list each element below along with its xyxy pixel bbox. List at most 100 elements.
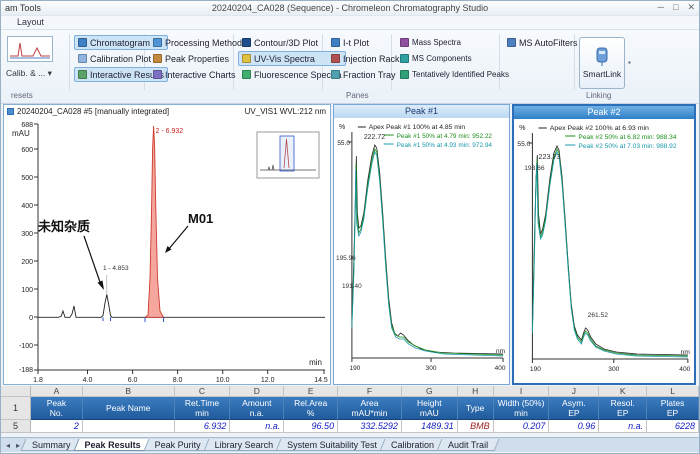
wavelength-label-left: 193.66 bbox=[524, 165, 545, 172]
peak2-retention-label: 2 - 6.932 bbox=[156, 128, 184, 135]
mass-spectra-icon bbox=[400, 38, 409, 47]
svg-text:0: 0 bbox=[29, 315, 33, 322]
svg-text:500: 500 bbox=[21, 175, 33, 182]
preset-chromatogram-icon[interactable] bbox=[7, 36, 53, 62]
ribbon-button-label: Interactive Charts bbox=[165, 70, 236, 80]
cell-asym[interactable]: 0.96 bbox=[549, 420, 599, 433]
tab-scroll-left-icon[interactable]: ◂ bbox=[3, 441, 13, 450]
ribbon-button-tentatively-identified-peaks[interactable]: Tentatively Identified Peaks bbox=[396, 67, 513, 82]
svg-text:400: 400 bbox=[679, 366, 690, 373]
svg-text:-100: -100 bbox=[19, 343, 33, 350]
uv-vis-spectra-icon bbox=[242, 54, 251, 63]
y-axis-unit: % bbox=[519, 125, 526, 132]
wavelength-label-left2: 191.40 bbox=[342, 283, 362, 290]
ribbon-button-label: I-t Plot bbox=[343, 38, 369, 48]
ribbon-button-it-plot[interactable]: I-t Plot bbox=[327, 35, 404, 50]
channel-label: UV_VIS1 WVL:212 nm bbox=[245, 107, 326, 116]
peak2-tab[interactable]: Peak #2 bbox=[514, 106, 694, 119]
tab-calibration[interactable]: Calibration bbox=[382, 439, 443, 451]
peak2-panel: Peak #2 % Apex Peak #2 100% at 6.93 min … bbox=[512, 104, 696, 385]
smartlink-icon bbox=[594, 47, 610, 67]
y-axis-unit: % bbox=[339, 124, 345, 131]
ribbon-button-peak-properties[interactable]: Peak Properties bbox=[149, 51, 246, 66]
calibration-preset-label: Calib. & ... bbox=[6, 68, 45, 78]
col-letter: D bbox=[230, 386, 284, 397]
ribbon-button-label: Tentatively Identified Peaks bbox=[412, 70, 509, 79]
ribbon-tab-tail[interactable]: am Tools bbox=[5, 3, 41, 13]
ribbon-button-label: Peak Properties bbox=[165, 54, 229, 64]
apex-legend: Apex Peak #2 100% at 6.93 min bbox=[550, 125, 649, 132]
injection-icon[interactable] bbox=[7, 108, 14, 115]
peak-properties-icon bbox=[153, 54, 162, 63]
ribbon-button-ms-components[interactable]: MS Components bbox=[396, 51, 513, 66]
cell-area[interactable]: 332.5292 bbox=[338, 420, 402, 433]
smartlink-more-icon[interactable]: ▪ bbox=[628, 58, 631, 67]
injection-title: 20240204_CA028 #5 [manually integrated] bbox=[17, 107, 169, 116]
cell-rel-area[interactable]: 96.50 bbox=[284, 420, 338, 433]
peak1-retention-label: 1 - 4.853 bbox=[103, 265, 129, 272]
x-axis-unit: min bbox=[309, 358, 322, 367]
ribbon-button-label: Chromatogram bbox=[90, 38, 150, 48]
window-title: 20240204_CA028 (Sequence) - Chromeleon C… bbox=[121, 3, 579, 13]
svg-text:190: 190 bbox=[530, 366, 541, 373]
svg-text:200: 200 bbox=[21, 259, 33, 266]
smartlink-button[interactable]: SmartLink bbox=[579, 37, 625, 89]
ms-autofilters-icon bbox=[507, 38, 516, 47]
ribbon-button-interactive-charts[interactable]: Interactive Charts bbox=[149, 67, 246, 82]
ribbon-button-label: MS Components bbox=[412, 54, 472, 63]
calibration-preset-dropdown[interactable]: Calib. & ... ▾ bbox=[6, 68, 52, 79]
peak1-tab[interactable]: Peak #1 bbox=[334, 105, 509, 118]
tab-peak-purity[interactable]: Peak Purity bbox=[146, 439, 210, 451]
overview-inset bbox=[257, 132, 319, 178]
svg-text:300: 300 bbox=[608, 366, 619, 373]
chromeleon-window: am Tools 20240204_CA028 (Sequence) - Chr… bbox=[0, 0, 700, 454]
svg-text:100: 100 bbox=[21, 287, 33, 294]
maximize-icon[interactable]: □ bbox=[673, 2, 678, 13]
ribbon-button-ms-autofilters[interactable]: MS AutoFilters bbox=[503, 35, 582, 50]
cell-width[interactable]: 0.207 bbox=[494, 420, 550, 433]
ribbon-button-fraction-tray[interactable]: Fraction Tray bbox=[327, 67, 404, 82]
ribbon-button-injection-rack[interactable]: Injection Rack bbox=[327, 51, 404, 66]
col-letter: E bbox=[284, 386, 338, 397]
tab-summary[interactable]: Summary bbox=[23, 439, 80, 451]
cell-ret-time[interactable]: 6.932 bbox=[175, 420, 231, 433]
cell-peak-name[interactable] bbox=[83, 420, 175, 433]
inset-zoom-rectangle bbox=[280, 136, 294, 171]
peak2-plot: % Apex Peak #2 100% at 6.93 min Peak #2 … bbox=[514, 119, 694, 383]
tab-audit-trail[interactable]: Audit Trail bbox=[439, 439, 497, 451]
column-letters-row: A B C D E F G H I J K L bbox=[1, 386, 699, 397]
tab-system-suitability-test[interactable]: System Suitability Test bbox=[278, 439, 386, 451]
tab-layout[interactable]: Layout bbox=[9, 17, 52, 27]
svg-text:400: 400 bbox=[495, 365, 506, 372]
cell-amount[interactable]: n.a. bbox=[230, 420, 284, 433]
cell-resol[interactable]: n.a. bbox=[599, 420, 647, 433]
tab-library-search[interactable]: Library Search bbox=[206, 439, 283, 451]
close-icon[interactable]: ✕ bbox=[687, 2, 695, 13]
cell-type[interactable]: BMB bbox=[458, 420, 494, 433]
cell-height[interactable]: 1489.31 bbox=[402, 420, 458, 433]
svg-text:688: 688 bbox=[21, 122, 33, 129]
cell-peak-no[interactable]: 2 bbox=[31, 420, 83, 433]
ribbon-button-label: MS AutoFilters bbox=[519, 38, 578, 48]
col-letter: J bbox=[549, 386, 599, 397]
svg-text:12.0: 12.0 bbox=[261, 377, 275, 384]
ribbon-button-label: Processing Method bbox=[165, 38, 242, 48]
svg-text:600: 600 bbox=[21, 147, 33, 154]
injection-rack-icon bbox=[331, 54, 340, 63]
cell-plates[interactable]: 6228 bbox=[647, 420, 699, 433]
ribbon-button-processing-method[interactable]: Processing Method bbox=[149, 35, 246, 50]
y-top-tick: 55.0 bbox=[517, 141, 530, 148]
col-letter: K bbox=[599, 386, 647, 397]
fluorescence-spectra-icon bbox=[242, 70, 251, 79]
tab-peak-results[interactable]: Peak Results bbox=[76, 439, 150, 451]
main-peak-annotation: M01 bbox=[188, 211, 213, 226]
it-plot-icon bbox=[331, 38, 340, 47]
processing-method-icon bbox=[153, 38, 162, 47]
chromatogram-plot: 688 600 500 400 300 200 100 0 -100 -188 … bbox=[4, 118, 330, 384]
minimize-icon[interactable]: ─ bbox=[658, 2, 664, 13]
wavelength-label-bump: 261.52 bbox=[588, 312, 609, 319]
peak1-panel: Peak #1 % Apex Peak #1 100% at 4.85 min … bbox=[333, 104, 510, 385]
presets-group-label: resets bbox=[11, 91, 33, 100]
ribbon-button-mass-spectra[interactable]: Mass Spectra bbox=[396, 35, 513, 50]
contour-3d-plot-icon bbox=[242, 38, 251, 47]
